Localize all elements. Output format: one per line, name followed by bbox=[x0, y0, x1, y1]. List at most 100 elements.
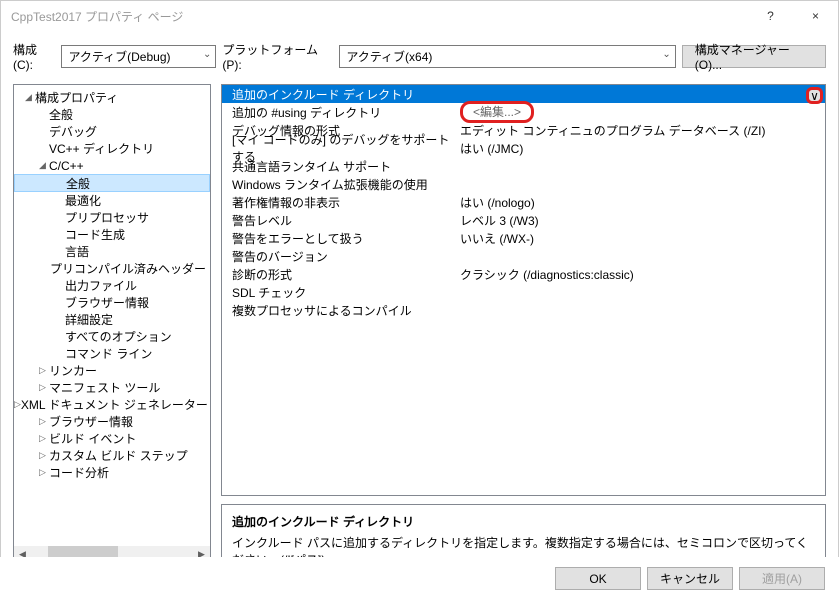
expander-icon: ◢ bbox=[22, 92, 35, 103]
tree-item[interactable]: 最適化 bbox=[14, 192, 210, 209]
tree-item[interactable]: ▷コード分析 bbox=[14, 464, 210, 481]
grid-row[interactable]: 診断の形式クラシック (/diagnostics:classic) bbox=[222, 265, 825, 283]
tree-item-label: 構成プロパティ bbox=[35, 89, 118, 106]
description-title: 追加のインクルード ディレクトリ bbox=[232, 513, 815, 530]
tree-item[interactable]: ▷カスタム ビルド ステップ bbox=[14, 447, 210, 464]
tree-item[interactable]: ◢C/C++ bbox=[14, 157, 210, 174]
tree-item[interactable]: デバッグ bbox=[14, 123, 210, 140]
dropdown-button[interactable]: ∨ bbox=[806, 87, 823, 104]
property-value[interactable]: はい (/JMC) bbox=[454, 140, 825, 157]
close-button[interactable]: × bbox=[793, 1, 838, 31]
tree-item[interactable]: ▷XML ドキュメント ジェネレーター bbox=[14, 396, 210, 413]
grid-row[interactable]: 複数プロセッサによるコンパイル bbox=[222, 301, 825, 319]
tree[interactable]: ◢構成プロパティ全般デバッグVC++ ディレクトリ◢C/C++全般最適化プリプロ… bbox=[14, 85, 210, 546]
tree-item[interactable]: ブラウザー情報 bbox=[14, 294, 210, 311]
expander-icon: ▷ bbox=[36, 467, 49, 478]
ok-button[interactable]: OK bbox=[555, 567, 641, 590]
expander-icon: ▷ bbox=[36, 416, 49, 427]
tree-item-label: 全般 bbox=[66, 175, 90, 192]
apply-button[interactable]: 適用(A) bbox=[739, 567, 825, 590]
tree-item-label: コード生成 bbox=[65, 226, 125, 243]
grid-row[interactable]: Windows ランタイム拡張機能の使用 bbox=[222, 175, 825, 193]
tree-item[interactable]: プリコンパイル済みヘッダー bbox=[14, 260, 210, 277]
expander-icon: ▷ bbox=[14, 399, 21, 410]
tree-item[interactable]: VC++ ディレクトリ bbox=[14, 140, 210, 157]
grid-row[interactable]: 著作権情報の非表示はい (/nologo) bbox=[222, 193, 825, 211]
tree-item-label: カスタム ビルド ステップ bbox=[49, 447, 188, 464]
expander-icon: ◢ bbox=[36, 160, 49, 171]
expander-icon: ▷ bbox=[36, 382, 49, 393]
property-name: Windows ランタイム拡張機能の使用 bbox=[222, 176, 454, 193]
cancel-button[interactable]: キャンセル bbox=[647, 567, 733, 590]
tree-item[interactable]: 言語 bbox=[14, 243, 210, 260]
config-combo[interactable]: アクティブ(Debug) ⌄ bbox=[61, 45, 216, 68]
property-name: SDL チェック bbox=[222, 284, 454, 301]
titlebar: CppTest2017 プロパティ ページ ? × bbox=[1, 1, 838, 31]
tree-item-label: ブラウザー情報 bbox=[49, 413, 133, 430]
tree-item[interactable]: ▷マニフェスト ツール bbox=[14, 379, 210, 396]
config-value: アクティブ(Debug) bbox=[68, 48, 170, 65]
tree-item[interactable]: 詳細設定 bbox=[14, 311, 210, 328]
property-name: 共通言語ランタイム サポート bbox=[222, 158, 454, 175]
expander-icon: ▷ bbox=[36, 365, 49, 376]
tree-root[interactable]: ◢構成プロパティ bbox=[14, 89, 210, 106]
grid-row[interactable]: 共通言語ランタイム サポート bbox=[222, 157, 825, 175]
tree-item-label: XML ドキュメント ジェネレーター bbox=[21, 396, 208, 413]
tree-item-label: プリコンパイル済みヘッダー bbox=[50, 260, 206, 277]
property-name: 診断の形式 bbox=[222, 266, 454, 283]
grid-row[interactable]: [マイ コードのみ] のデバッグをサポートするはい (/JMC) bbox=[222, 139, 825, 157]
edit-option[interactable]: <編集...> bbox=[460, 101, 534, 123]
property-value[interactable]: はい (/nologo) bbox=[454, 194, 825, 211]
tree-item-label: 出力ファイル bbox=[65, 277, 137, 294]
chevron-down-icon: ∨ bbox=[810, 89, 819, 103]
property-value[interactable]: エディット コンティニュのプログラム データベース (/ZI) bbox=[454, 122, 825, 139]
tree-item[interactable]: すべてのオプション bbox=[14, 328, 210, 345]
tree-item-label: 詳細設定 bbox=[65, 311, 113, 328]
description-panel: 追加のインクルード ディレクトリ インクルード パスに追加するディレクトリを指定… bbox=[221, 504, 826, 564]
tree-item[interactable]: プリプロセッサ bbox=[14, 209, 210, 226]
chevron-down-icon: ⌄ bbox=[662, 49, 670, 60]
config-manager-button[interactable]: 構成マネージャー(O)... bbox=[682, 45, 826, 68]
property-name: 著作権情報の非表示 bbox=[222, 194, 454, 211]
property-value[interactable]: いいえ (/WX-) bbox=[454, 230, 825, 247]
config-toolbar: 構成(C): アクティブ(Debug) ⌄ プラットフォーム(P): アクティブ… bbox=[1, 31, 838, 84]
tree-item-label: マニフェスト ツール bbox=[49, 379, 160, 396]
tree-item-label: リンカー bbox=[49, 362, 97, 379]
property-grid: 追加のインクルード ディレクトリ追加の #using ディレクトリ<編集...>… bbox=[221, 84, 826, 496]
property-value[interactable]: <編集...> bbox=[454, 101, 825, 123]
tree-panel: ◢構成プロパティ全般デバッグVC++ ディレクトリ◢C/C++全般最適化プリプロ… bbox=[13, 84, 211, 564]
tree-item-label: 最適化 bbox=[65, 192, 101, 209]
grid-row[interactable]: 追加の #using ディレクトリ <編集...> bbox=[222, 103, 825, 121]
grid-row[interactable]: 警告レベルレベル 3 (/W3) bbox=[222, 211, 825, 229]
tree-item[interactable]: ▷ビルド イベント bbox=[14, 430, 210, 447]
tree-item-label: 言語 bbox=[65, 243, 89, 260]
tree-item-label: コード分析 bbox=[49, 464, 109, 481]
platform-combo[interactable]: アクティブ(x64) ⌄ bbox=[339, 45, 675, 68]
tree-item-label: コマンド ライン bbox=[65, 345, 152, 362]
property-name: 警告をエラーとして扱う bbox=[222, 230, 454, 247]
chevron-down-icon: ⌄ bbox=[203, 49, 211, 60]
tree-item-label: C/C++ bbox=[49, 159, 84, 173]
tree-item[interactable]: コマンド ライン bbox=[14, 345, 210, 362]
tree-item[interactable]: 全般 bbox=[14, 106, 210, 123]
grid-row[interactable]: 警告のバージョン bbox=[222, 247, 825, 265]
config-label: 構成(C): bbox=[13, 41, 55, 72]
property-value[interactable]: レベル 3 (/W3) bbox=[454, 212, 825, 229]
grid-row[interactable]: 警告をエラーとして扱ういいえ (/WX-) bbox=[222, 229, 825, 247]
tree-item[interactable]: ▷ブラウザー情報 bbox=[14, 413, 210, 430]
help-button[interactable]: ? bbox=[748, 1, 793, 31]
expander-icon: ▷ bbox=[36, 450, 49, 461]
tree-item[interactable]: コード生成 bbox=[14, 226, 210, 243]
property-name: 複数プロセッサによるコンパイル bbox=[222, 302, 454, 319]
tree-item-label: ブラウザー情報 bbox=[65, 294, 149, 311]
tree-item-label: デバッグ bbox=[49, 123, 97, 140]
grid-row[interactable]: SDL チェック bbox=[222, 283, 825, 301]
platform-value: アクティブ(x64) bbox=[346, 48, 432, 65]
tree-item-label: ビルド イベント bbox=[49, 430, 136, 447]
property-value[interactable]: クラシック (/diagnostics:classic) bbox=[454, 266, 825, 283]
tree-item[interactable]: ▷リンカー bbox=[14, 362, 210, 379]
tree-item[interactable]: 出力ファイル bbox=[14, 277, 210, 294]
tree-item[interactable]: 全般 bbox=[14, 174, 210, 192]
property-name: 追加の #using ディレクトリ bbox=[222, 104, 454, 121]
window-title: CppTest2017 プロパティ ページ bbox=[11, 8, 748, 25]
